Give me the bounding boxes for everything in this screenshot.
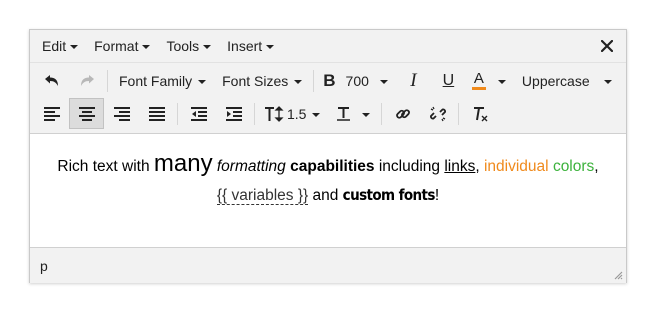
text-color-dropdown[interactable]: A xyxy=(466,65,514,96)
text-run: , xyxy=(475,158,484,175)
orange-text: individual xyxy=(483,158,549,175)
align-justify-icon xyxy=(148,106,165,121)
toolbar-separator xyxy=(313,69,315,92)
outdent-button[interactable] xyxy=(181,98,216,129)
menu-edit-label: Edit xyxy=(42,38,67,54)
close-icon xyxy=(601,40,613,52)
bold-text: capabilities xyxy=(290,158,375,175)
menu-tools-label: Tools xyxy=(166,38,200,54)
italic-text: formatting xyxy=(216,158,286,175)
font-family-label: Font Family xyxy=(119,72,193,89)
underline-icon: U xyxy=(442,71,455,89)
align-left-button[interactable] xyxy=(34,98,69,129)
text-run: including xyxy=(374,158,445,175)
menu-format-label: Format xyxy=(94,38,139,54)
insert-link-button[interactable] xyxy=(385,98,420,129)
chevron-down-icon xyxy=(70,45,79,49)
close-button[interactable] xyxy=(598,37,616,55)
unlink-icon xyxy=(430,106,446,121)
redo-button[interactable] xyxy=(69,65,104,96)
chevron-down-icon xyxy=(266,45,275,49)
undo-button[interactable] xyxy=(34,65,69,96)
vertical-align-dropdown[interactable] xyxy=(328,98,378,129)
chevron-down-icon xyxy=(203,45,212,49)
undo-icon xyxy=(44,74,58,86)
text-color-icon: A xyxy=(471,71,486,90)
align-center-icon xyxy=(78,106,95,121)
outdent-icon xyxy=(190,106,207,121)
font-sizes-dropdown[interactable]: Font Sizes xyxy=(214,65,310,96)
text-run: , xyxy=(594,158,599,175)
toolbar-separator xyxy=(254,102,255,125)
font-weight-dropdown[interactable]: B 700 xyxy=(317,65,396,96)
align-right-icon xyxy=(113,106,130,121)
italic-icon: I xyxy=(410,69,417,91)
toolbar-row-1: Font Family Font Sizes B 700 I U A Upper… xyxy=(34,64,622,97)
redo-icon xyxy=(80,74,94,86)
chevron-down-icon xyxy=(379,79,388,84)
toolbar-separator xyxy=(381,102,383,125)
clear-formatting-button[interactable] xyxy=(462,98,497,129)
rich-text-editor: Edit Format Tools Insert Font Family Fon… xyxy=(29,29,627,283)
chevron-down-icon xyxy=(362,112,371,117)
menu-insert[interactable]: Insert xyxy=(219,30,282,62)
menu-format[interactable]: Format xyxy=(86,30,158,62)
chevron-down-icon xyxy=(142,45,151,49)
line-height-dropdown[interactable]: 1.5 xyxy=(258,98,328,129)
toolbar-separator xyxy=(107,69,108,92)
line-height-icon xyxy=(265,105,284,122)
text-run: Rich text with xyxy=(57,158,154,175)
align-right-button[interactable] xyxy=(104,98,139,129)
align-center-button[interactable] xyxy=(69,98,104,129)
resize-handle-icon[interactable] xyxy=(613,270,623,280)
chevron-down-icon xyxy=(198,79,207,84)
text-transform-dropdown[interactable]: Uppercase xyxy=(514,65,620,96)
bold-icon: B xyxy=(323,70,336,90)
toolbar-separator xyxy=(177,102,178,125)
chevron-down-icon xyxy=(312,112,321,117)
chevron-down-icon xyxy=(294,79,303,84)
toolbar-row-2: 1.5 xyxy=(34,97,622,130)
element-path[interactable]: p xyxy=(40,258,48,274)
text-transform-label: Uppercase xyxy=(521,72,590,89)
italic-button[interactable]: I xyxy=(396,65,431,96)
align-left-icon xyxy=(43,106,60,121)
unlink-button[interactable] xyxy=(420,98,455,129)
chevron-down-icon xyxy=(603,79,612,84)
chevron-down-icon xyxy=(497,79,506,84)
status-bar: p xyxy=(30,247,626,283)
large-text: many xyxy=(153,150,213,177)
text-run: and xyxy=(308,187,343,204)
indent-button[interactable] xyxy=(216,98,251,129)
menubar: Edit Format Tools Insert xyxy=(30,30,626,63)
line-height-value: 1.5 xyxy=(287,105,307,122)
menu-tools[interactable]: Tools xyxy=(158,30,219,62)
menu-edit[interactable]: Edit xyxy=(34,30,86,62)
editor-content[interactable]: Rich text with many formatting capabilit… xyxy=(30,134,626,247)
font-family-dropdown[interactable]: Font Family xyxy=(111,65,214,96)
underline-button[interactable]: U xyxy=(431,65,466,96)
font-weight-value: 700 xyxy=(345,72,369,89)
text-run: ! xyxy=(434,187,440,204)
toolbar: Font Family Font Sizes B 700 I U A Upper… xyxy=(30,63,626,134)
content-link[interactable]: links xyxy=(444,158,475,175)
align-justify-button[interactable] xyxy=(139,98,174,129)
variable-placeholder[interactable]: {{ variables }} xyxy=(216,187,309,205)
clear-formatting-icon xyxy=(473,106,488,121)
custom-font-text: custom fonts xyxy=(342,186,436,204)
menu-insert-label: Insert xyxy=(227,38,263,54)
text-vertical-align-icon xyxy=(337,106,351,121)
link-icon xyxy=(396,108,410,119)
toolbar-separator xyxy=(458,102,460,125)
font-sizes-label: Font Sizes xyxy=(222,72,289,89)
green-text: colors xyxy=(552,158,595,175)
indent-icon xyxy=(225,106,242,121)
